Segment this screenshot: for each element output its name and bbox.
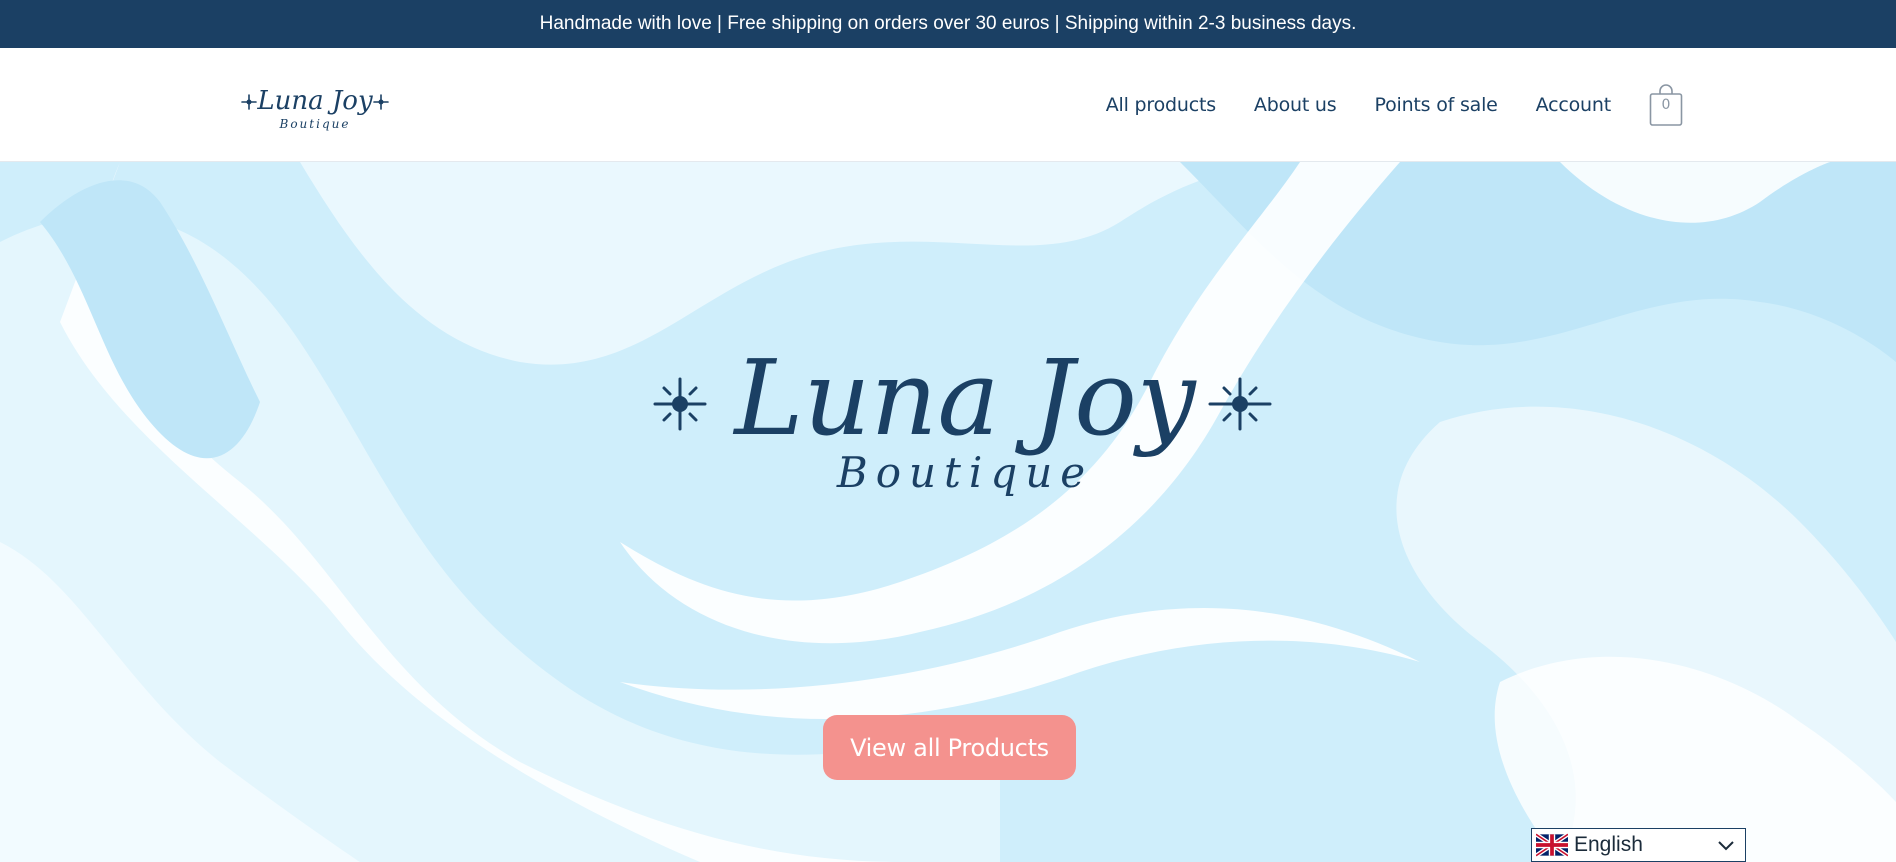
nav-points-of-sale[interactable]: Points of sale [1374,94,1497,116]
hero-logo-title: Luna Joy [732,342,1196,459]
logo-title: Luna Joy [256,86,373,116]
hero-logo-subtitle: Boutique [836,448,1093,497]
language-label: English [1574,833,1643,856]
logo-subtitle: Boutique [279,117,351,131]
language-selector[interactable]: English [1531,828,1746,862]
nav-about-us[interactable]: About us [1254,94,1337,116]
hero-logo: Luna Joy Boutique [653,342,1272,497]
announcement-text: Handmade with love | Free shipping on or… [539,13,1357,34]
cart-button[interactable]: 0 [1649,83,1683,127]
cart-count: 0 [1661,97,1671,113]
uk-flag-icon [1536,833,1568,857]
logo-link[interactable]: Luna Joy Boutique [240,78,390,134]
nav-account[interactable]: Account [1536,94,1612,116]
main-nav: All products About us Points of sale Acc… [1068,48,1683,162]
chevron-down-icon [1718,841,1734,851]
announcement-bar: Handmade with love | Free shipping on or… [0,0,1896,48]
hero-banner: Luna Joy Boutique View all Products [0,162,1896,862]
view-all-products-button[interactable]: View all Products [823,715,1076,780]
nav-all-products[interactable]: All products [1106,94,1216,116]
site-header: Luna Joy Boutique All products About us … [0,48,1896,162]
